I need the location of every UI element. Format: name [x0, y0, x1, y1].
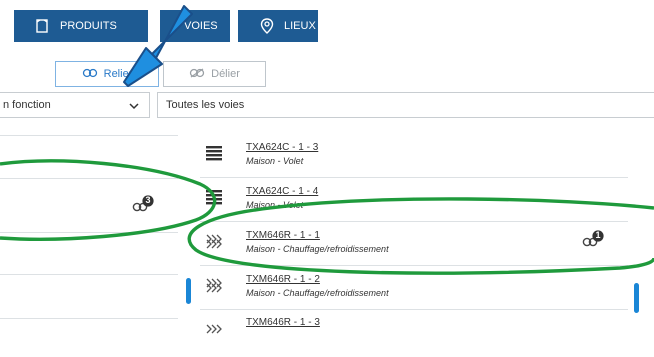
function-select-value: n fonction [3, 99, 51, 111]
box-icon [34, 18, 50, 37]
highlight-ellipse [187, 197, 654, 275]
right-separator [200, 177, 628, 178]
left-separator [0, 135, 178, 136]
right-scrollbar[interactable] [634, 283, 639, 313]
voies-select-value: Toutes les voies [166, 99, 245, 111]
channel-code[interactable]: TXM646R - 1 - 3 [246, 317, 320, 328]
arrow-pointer-icon [123, 5, 193, 87]
left-separator [0, 318, 178, 319]
heating-icon [206, 324, 222, 334]
channel-code[interactable]: TXA624C - 1 - 3 [246, 142, 318, 153]
tab-label: PRODUITS [60, 20, 117, 32]
channel-subtitle: Maison - Volet [246, 156, 304, 166]
delier-label: Délier [211, 68, 240, 80]
list-item[interactable]: TXA624C - 1 - 3 Maison - Volet [200, 138, 628, 182]
right-separator [200, 309, 628, 310]
function-select[interactable]: n fonction [0, 92, 150, 118]
list-item[interactable]: TXM646R - 1 - 3 [200, 313, 628, 357]
left-separator [0, 274, 178, 275]
tab-label: LIEUX [284, 20, 316, 32]
channel-subtitle: Maison - Chauffage/refroidissement [246, 288, 389, 298]
link-icon [82, 68, 98, 81]
chevron-down-icon [129, 101, 139, 113]
location-pin-icon [260, 18, 274, 37]
tab-lieux[interactable]: LIEUX [238, 10, 318, 42]
voies-select[interactable]: Toutes les voies [157, 92, 654, 118]
